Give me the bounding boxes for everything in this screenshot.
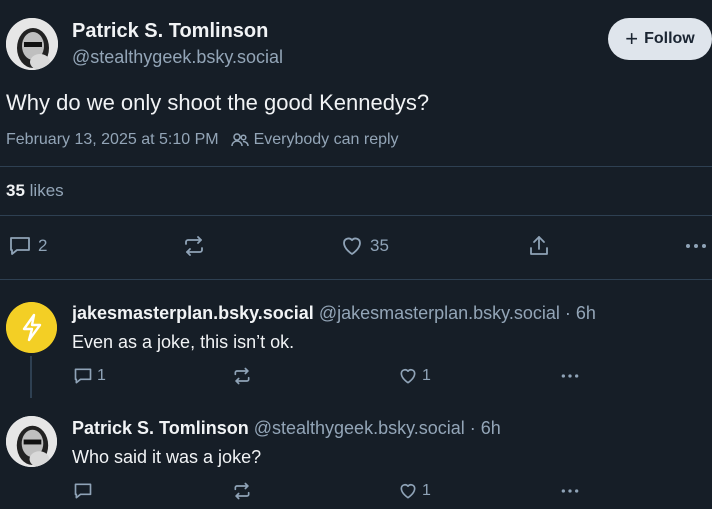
reply-icon — [74, 368, 92, 384]
reply-button[interactable]: 2 — [8, 234, 47, 258]
repost-button[interactable] — [232, 366, 252, 386]
reply-avatar[interactable] — [6, 416, 57, 467]
repost-icon — [234, 367, 250, 385]
people-icon — [230, 133, 249, 147]
more-options-button[interactable] — [684, 234, 708, 258]
divider — [0, 279, 712, 280]
reply-avatar[interactable] — [6, 302, 57, 353]
ellipsis-icon — [561, 374, 579, 378]
reply-header: jakesmasterplan.bsky.social @jakesmaster… — [72, 303, 596, 324]
repost-icon — [185, 236, 203, 256]
heart-icon — [400, 368, 416, 384]
like-button[interactable]: 1 — [398, 366, 431, 386]
post-text: Why do we only shoot the good Kennedys? — [6, 90, 430, 115]
reply-button[interactable] — [73, 481, 97, 501]
reply-author-name[interactable]: Patrick S. Tomlinson — [72, 418, 249, 438]
reply-author-handle[interactable]: @stealthygeek.bsky.social — [254, 418, 465, 438]
share-icon — [530, 236, 548, 255]
ellipsis-icon — [561, 489, 579, 493]
ellipsis-icon — [686, 244, 706, 248]
heart-icon — [343, 237, 361, 255]
reply-header: Patrick S. Tomlinson @stealthygeek.bsky.… — [72, 418, 501, 439]
more-options-button[interactable] — [559, 366, 581, 386]
post-meta: February 13, 2025 at 5:10 PM Everybody c… — [6, 131, 399, 149]
reply-text: Even as a joke, this isn’t ok. — [72, 332, 295, 352]
reply-setting: Everybody can reply — [230, 131, 399, 149]
post-timestamp[interactable]: February 13, 2025 at 5:10 PM — [6, 131, 219, 149]
reply-button[interactable]: 1 — [73, 366, 106, 386]
author-handle[interactable]: @stealthygeek.bsky.social — [72, 47, 283, 68]
divider — [0, 166, 712, 167]
share-button[interactable] — [527, 234, 551, 258]
author-avatar[interactable] — [6, 18, 58, 70]
author-name[interactable]: Patrick S. Tomlinson — [72, 20, 268, 43]
more-options-button[interactable] — [559, 481, 581, 501]
reply-author-handle[interactable]: @jakesmasterplan.bsky.social — [319, 303, 560, 323]
likes-summary[interactable]: 35 likes — [6, 181, 64, 201]
reply-text: Who said it was a joke? — [72, 447, 262, 467]
plus-icon: + — [625, 26, 639, 51]
follow-button[interactable]: + Follow — [608, 18, 712, 60]
reply-author-name[interactable]: jakesmasterplan.bsky.social — [72, 303, 314, 323]
reply-age[interactable]: · 6h — [470, 418, 501, 438]
repost-button[interactable] — [182, 234, 206, 258]
repost-button[interactable] — [232, 481, 252, 501]
repost-icon — [234, 482, 250, 500]
divider — [0, 215, 712, 216]
reply-age[interactable]: · 6h — [565, 303, 596, 323]
reply-icon — [74, 483, 92, 499]
thread-line — [30, 356, 32, 398]
reply-icon — [10, 237, 30, 255]
like-button[interactable]: 35 — [340, 234, 389, 258]
like-button[interactable]: 1 — [398, 481, 431, 501]
heart-icon — [400, 483, 416, 499]
